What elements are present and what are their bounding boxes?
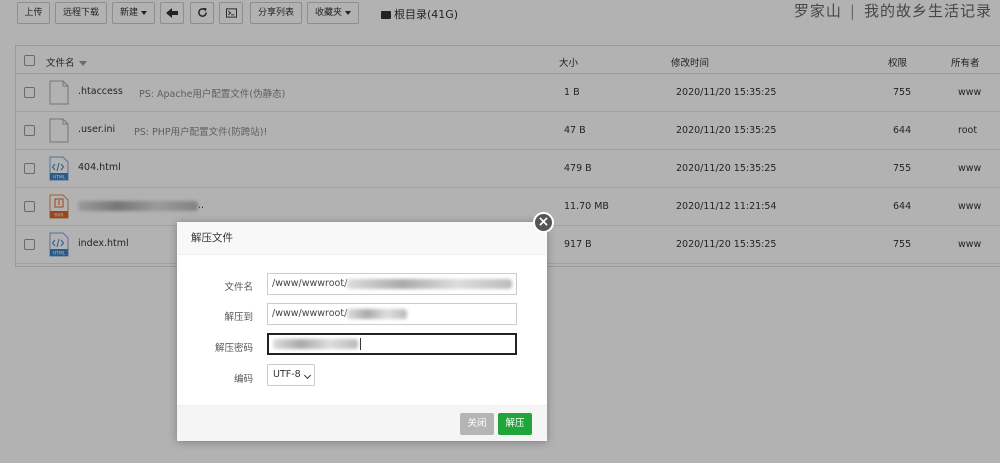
filename-label: 文件名 <box>224 282 253 293</box>
redacted-path <box>347 278 513 289</box>
password-label: 解压密码 <box>214 343 253 354</box>
password-field[interactable] <box>267 333 517 355</box>
extract-button[interactable]: 解压 <box>498 413 532 435</box>
filename-field[interactable]: /www/wwwroot/ <box>267 273 517 295</box>
close-icon[interactable]: × <box>533 212 554 233</box>
encoding-value: UTF-8 <box>273 369 301 380</box>
redacted-path <box>347 308 408 319</box>
dialog-title: 解压文件 <box>177 222 547 255</box>
extract-to-field[interactable]: /www/wwwroot/ <box>267 303 517 325</box>
extract-dialog: 解压文件 文件名 /www/wwwroot/ 解压到 /www/wwwroot/… <box>177 222 547 441</box>
extract-to-label: 解压到 <box>224 312 253 323</box>
chevron-down-icon <box>303 371 312 380</box>
extract-to-value: /www/wwwroot/ <box>272 308 348 319</box>
encoding-select[interactable]: UTF-8 <box>267 364 315 386</box>
text-cursor <box>360 337 361 350</box>
encoding-label: 编码 <box>233 374 253 385</box>
dialog-footer: 关闭 解压 <box>177 405 547 441</box>
close-dialog-button[interactable]: 关闭 <box>460 413 494 435</box>
filename-value: /www/wwwroot/ <box>272 278 348 289</box>
redacted-password <box>273 338 358 349</box>
